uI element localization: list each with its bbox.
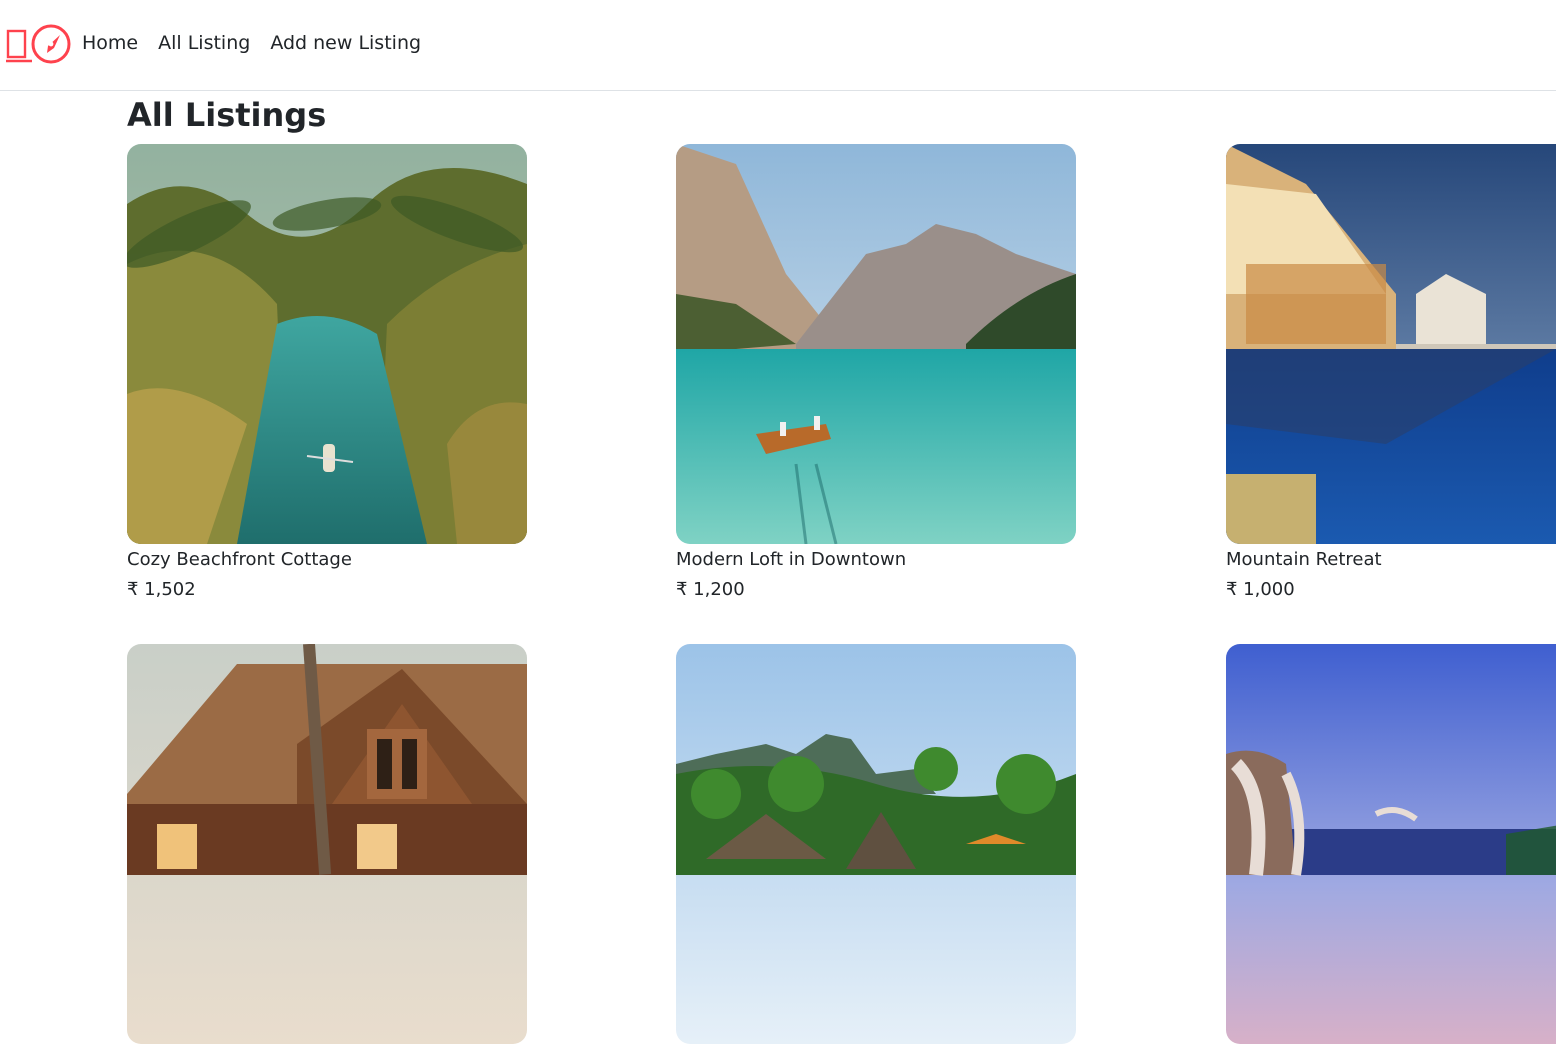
listing-image[interactable] xyxy=(127,144,527,544)
listing-card[interactable] xyxy=(676,644,1076,1050)
listing-image[interactable] xyxy=(127,644,527,1044)
listing-card[interactable]: Modern Loft in Downtown ₹ 1,200 xyxy=(676,144,1076,602)
nav-all-listing-link[interactable]: All Listing xyxy=(158,30,250,56)
listing-title: Modern Loft in Downtown xyxy=(676,549,907,570)
nav-add-listing-link[interactable]: Add new Listing xyxy=(270,30,421,56)
brand-logo[interactable] xyxy=(5,23,73,65)
listing-price: ₹ 1,000 xyxy=(1226,579,1295,600)
listing-card[interactable] xyxy=(127,644,527,1050)
nav-home-link[interactable]: Home xyxy=(82,30,138,56)
listing-card[interactable] xyxy=(1226,644,1556,1050)
listing-card[interactable]: Mountain Retreat ₹ 1,000 xyxy=(1226,144,1556,602)
compass-icon xyxy=(6,24,71,64)
listing-image[interactable] xyxy=(676,144,1076,544)
navbar: Home All Listing Add new Listing xyxy=(0,0,1556,91)
listing-image[interactable] xyxy=(1226,644,1556,1044)
page-title: All Listings xyxy=(127,96,327,134)
listing-card[interactable]: Cozy Beachfront Cottage ₹ 1,502 xyxy=(127,144,527,602)
listing-price: ₹ 1,200 xyxy=(676,579,745,600)
listing-image[interactable] xyxy=(1226,144,1556,544)
nav-links: Home All Listing Add new Listing xyxy=(82,30,441,56)
listing-title: Cozy Beachfront Cottage xyxy=(127,549,352,570)
listing-title: Mountain Retreat xyxy=(1226,549,1382,570)
listing-image[interactable] xyxy=(676,644,1076,1044)
listing-price: ₹ 1,502 xyxy=(127,579,196,600)
